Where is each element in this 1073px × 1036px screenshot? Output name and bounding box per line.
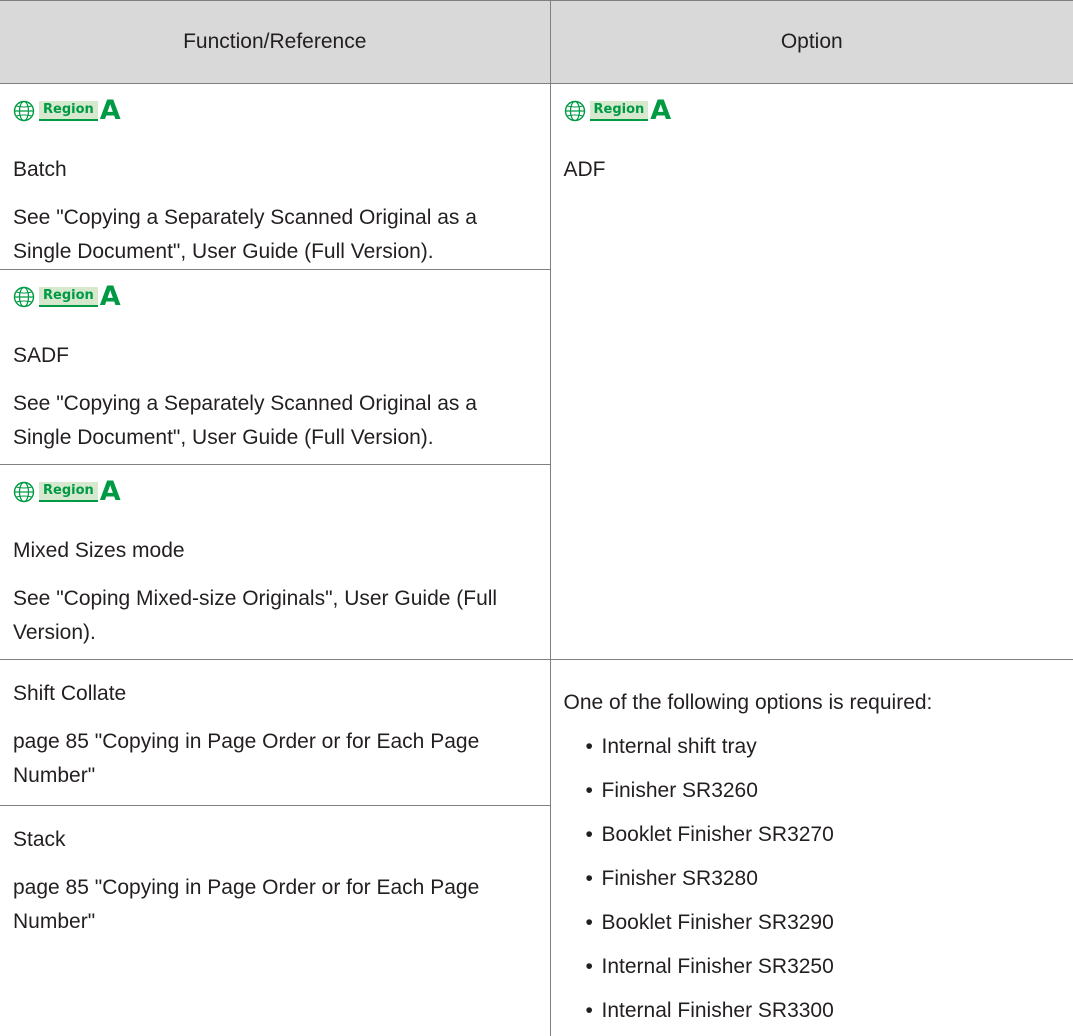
region-letter: A [99, 95, 121, 126]
region-letter: A [99, 476, 121, 507]
region-badge: Region [39, 287, 98, 307]
function-name: Stack [13, 828, 66, 851]
region-badge: Region [39, 101, 98, 121]
function-reference: page 85 "Copying in Page Order or for Ea… [13, 876, 480, 933]
table-row: Region A Batch See "Copying a Separately… [0, 83, 1073, 270]
region-a-mark: Region A [13, 281, 121, 312]
region-a-mark: Region A [564, 95, 672, 126]
table-header-row: Function/Reference Option [0, 0, 1073, 84]
function-option-table: Function/Reference Option Region A Batch [0, 0, 1073, 1036]
function-cell: Region A Batch See "Copying a Separately… [0, 83, 551, 270]
function-reference: See "Copying a Separately Scanned Origin… [13, 392, 477, 449]
list-item: Finisher SR3260 [586, 774, 1064, 808]
globe-icon [13, 481, 35, 503]
function-name: Mixed Sizes mode [13, 539, 185, 562]
function-cell: Region A SADF See "Copying a Separately … [0, 269, 551, 465]
table-row: Shift Collate page 85 "Copying in Page O… [0, 659, 1073, 1036]
list-item: Finisher SR3280 [586, 862, 1064, 896]
region-badge: Region [589, 101, 649, 121]
list-item: Internal Finisher SR3250 [586, 950, 1064, 984]
function-reference: page 85 "Copying in Page Order or for Ea… [13, 730, 480, 787]
column-header-function: Function/Reference [0, 0, 551, 84]
region-badge: Region [39, 482, 98, 502]
region-a-mark: Region A [13, 95, 121, 126]
region-letter: A [99, 281, 121, 312]
function-reference: See "Copying a Separately Scanned Origin… [13, 206, 477, 263]
option-intro: One of the following options is required… [563, 691, 933, 714]
function-name: Shift Collate [13, 682, 127, 705]
list-item: Internal shift tray [586, 730, 1064, 764]
option-cell: Region A ADF [550, 84, 1073, 660]
list-item: Internal Finisher SR3300 [586, 994, 1064, 1028]
function-name: SADF [13, 344, 70, 367]
function-cell: Shift Collate page 85 "Copying in Page O… [0, 659, 551, 806]
globe-icon [564, 100, 585, 122]
function-cell: Stack page 85 "Copying in Page Order or … [0, 805, 551, 1036]
globe-icon [13, 100, 35, 122]
list-item: Booklet Finisher SR3270 [586, 818, 1064, 852]
region-letter: A [650, 95, 672, 126]
function-reference: See "Coping Mixed-size Originals", User … [13, 587, 498, 644]
function-cell: Region A Mixed Sizes mode See "Coping Mi… [0, 464, 551, 660]
globe-icon [13, 286, 35, 308]
option-text: ADF [563, 158, 606, 181]
column-header-option: Option [550, 0, 1073, 84]
option-cell: One of the following options is required… [550, 659, 1073, 1036]
function-name: Batch [13, 158, 67, 181]
option-list: Internal shift tray Finisher SR3260 Book… [564, 730, 1064, 1028]
list-item: Booklet Finisher SR3290 [586, 906, 1064, 940]
region-a-mark: Region A [13, 476, 121, 507]
